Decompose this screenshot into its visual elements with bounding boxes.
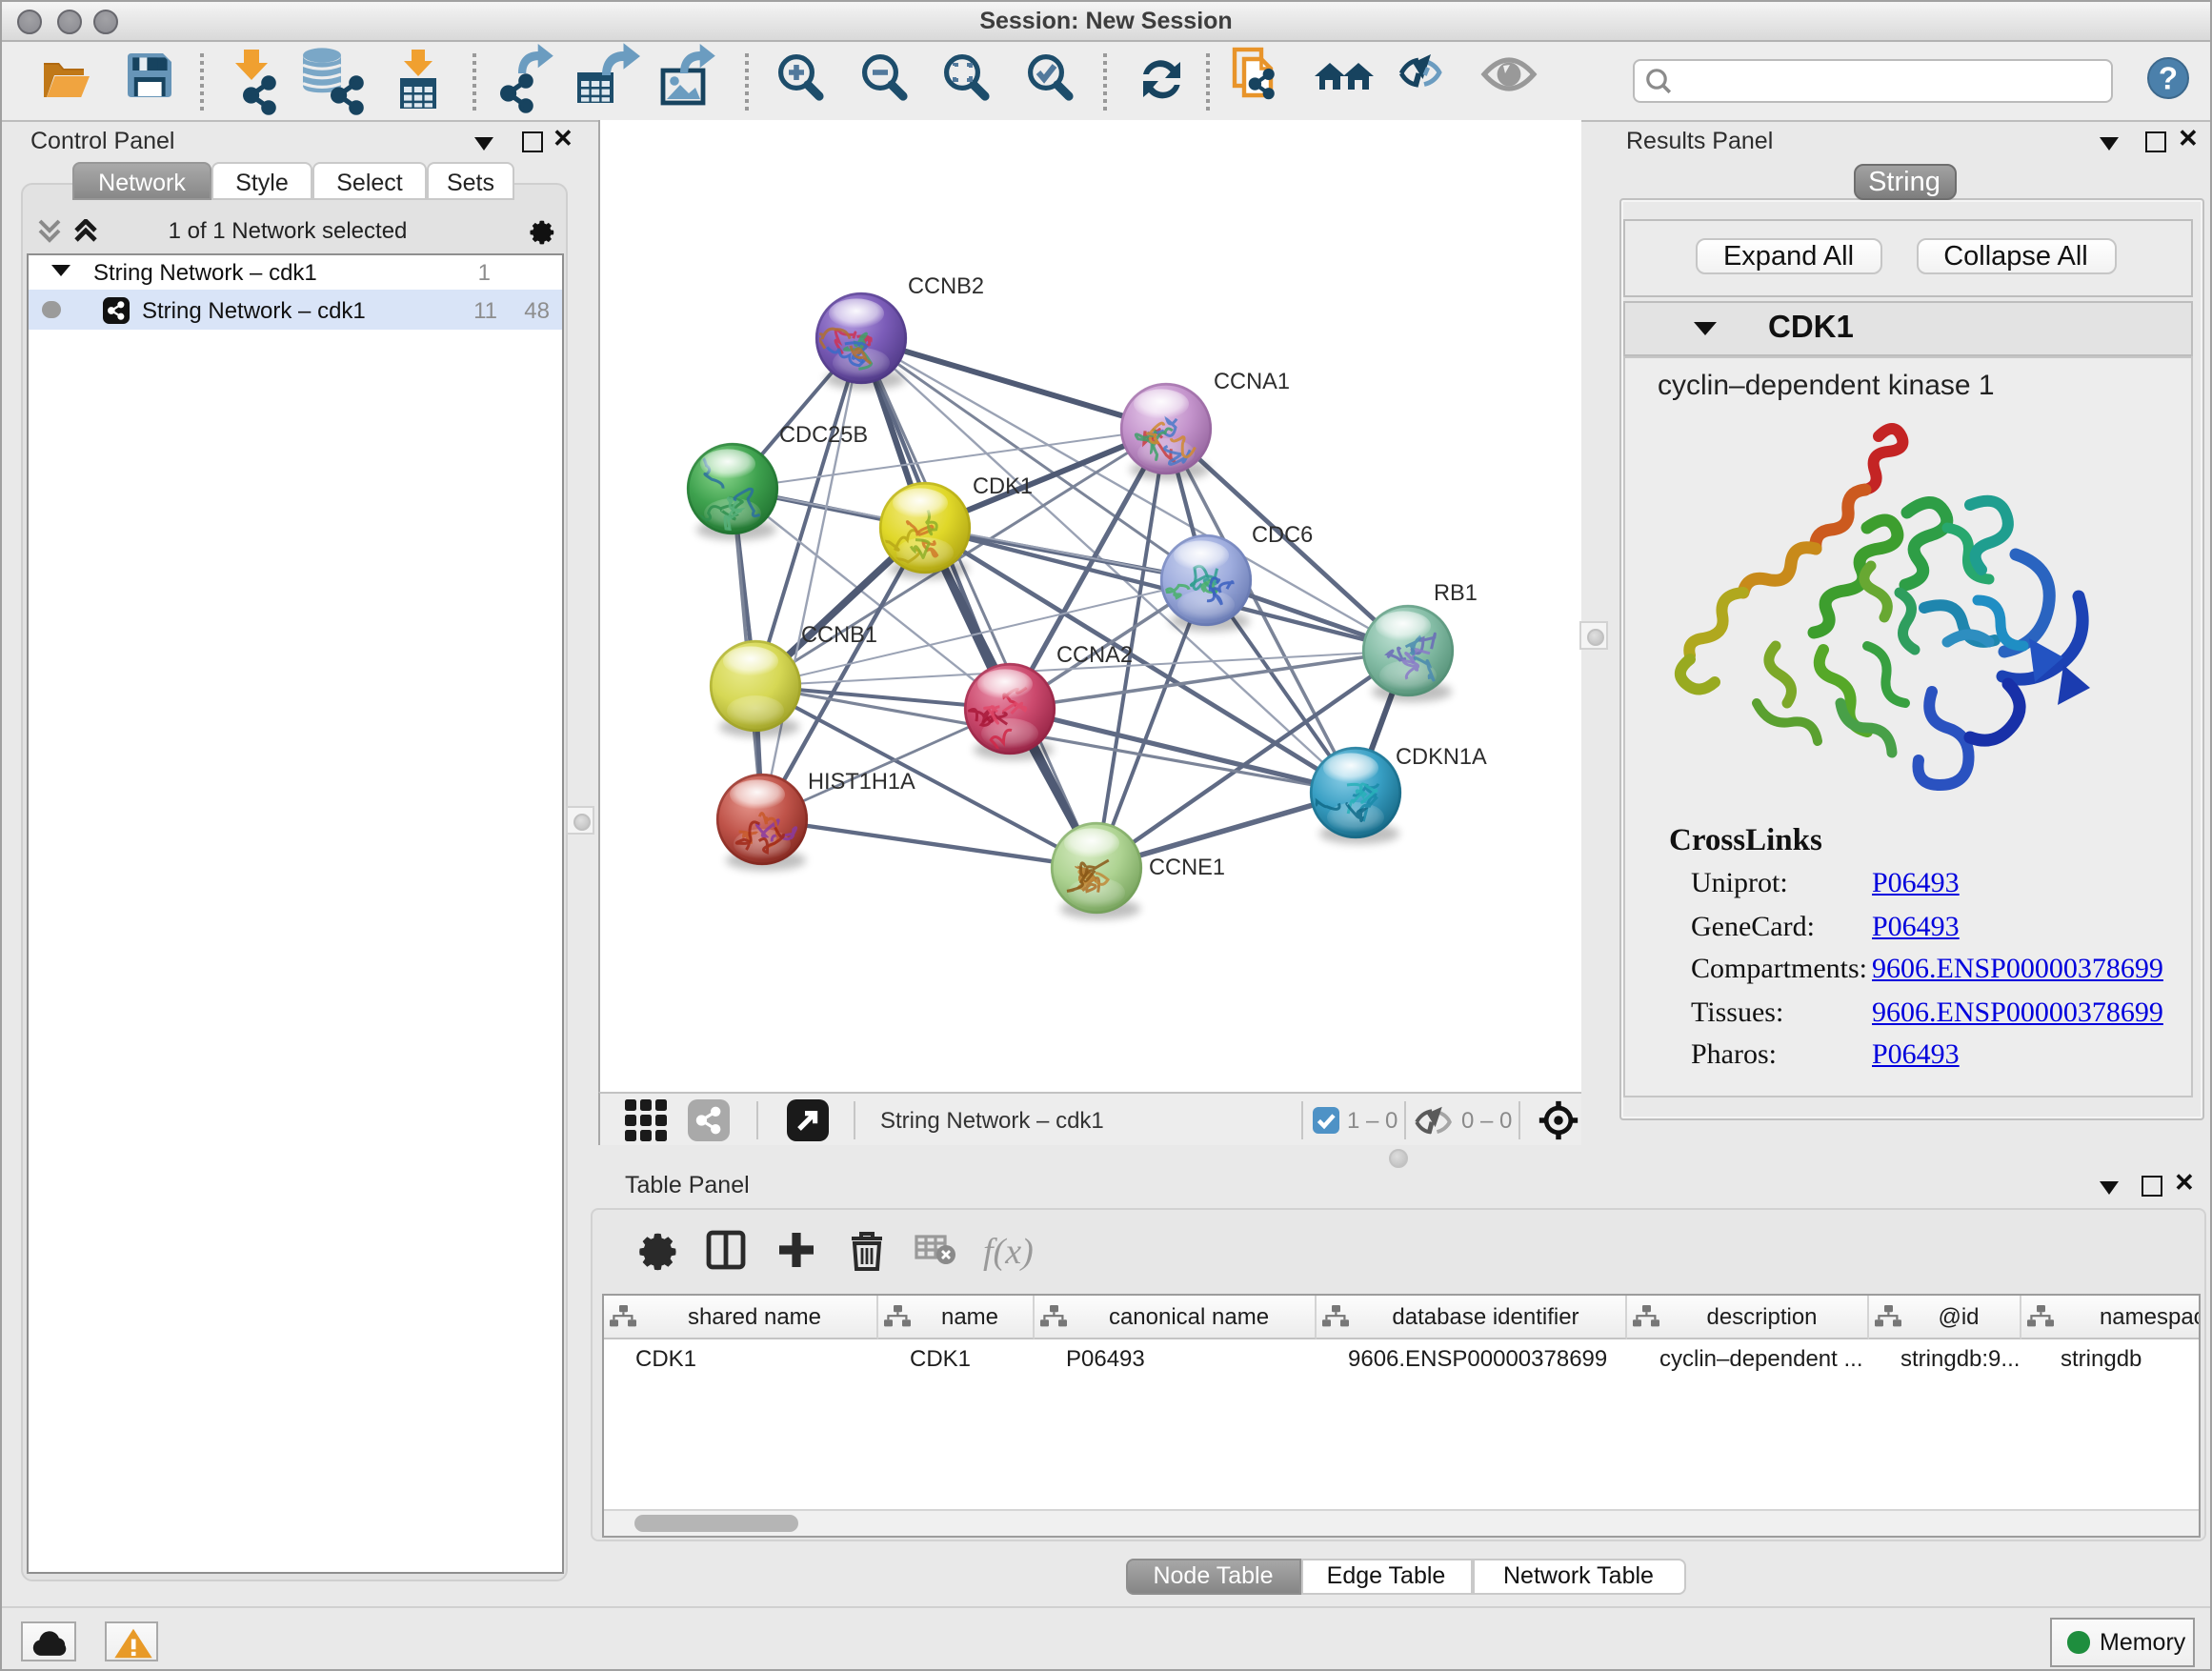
svg-text:CCNB1: CCNB1	[801, 622, 877, 647]
svg-text:CCNA1: CCNA1	[1214, 369, 1290, 393]
svg-text:CCNB2: CCNB2	[908, 273, 984, 298]
svg-text:CDKN1A: CDKN1A	[1396, 744, 1487, 769]
svg-text:HIST1H1A: HIST1H1A	[808, 769, 915, 794]
svg-text:RB1: RB1	[1434, 580, 1478, 605]
svg-text:CDC25B: CDC25B	[779, 422, 868, 447]
svg-text:?: ?	[2159, 61, 2178, 96]
svg-text:f(x): f(x)	[983, 1231, 1034, 1271]
svg-text:CDK1: CDK1	[973, 473, 1033, 498]
svg-text:CCNA2: CCNA2	[1056, 642, 1133, 667]
svg-text:CDC6: CDC6	[1252, 522, 1313, 547]
svg-text:CCNE1: CCNE1	[1149, 855, 1225, 879]
